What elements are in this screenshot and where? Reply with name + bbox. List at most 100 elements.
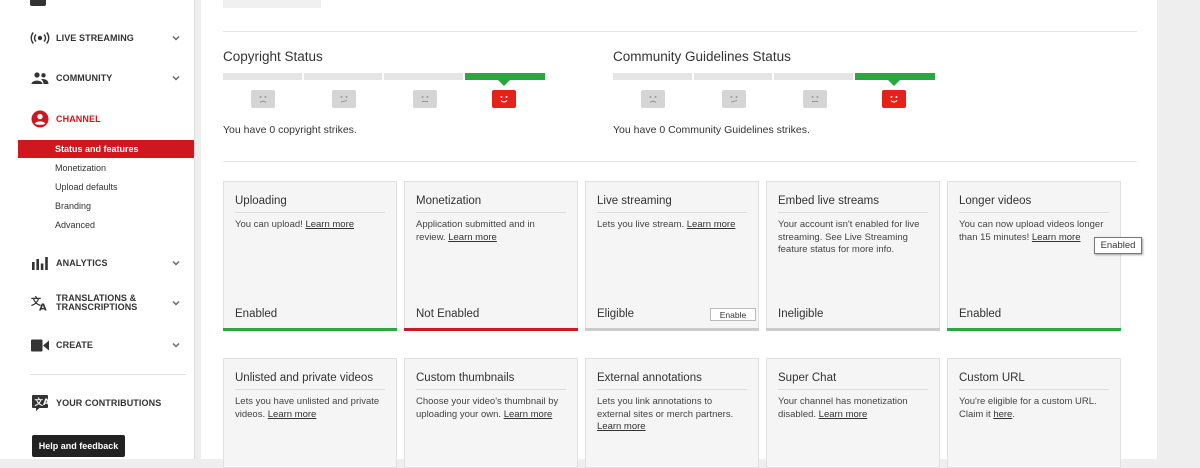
contributions-icon: 文A xyxy=(30,393,50,413)
card-divider xyxy=(416,389,566,390)
unhappy-face-icon xyxy=(722,90,746,108)
card-title: Uploading xyxy=(235,195,287,207)
card-divider xyxy=(416,212,566,213)
chevron-down-icon[interactable] xyxy=(170,72,182,84)
sidebar-subitem-monetization[interactable]: Monetization xyxy=(18,159,194,177)
channel-icon xyxy=(30,109,50,129)
card-desc-text: You can upload! xyxy=(235,219,303,230)
feature-card-custom-url: Custom URL You're eligible for a custom … xyxy=(947,358,1121,468)
subitem-label: Upload defaults xyxy=(55,182,118,192)
card-status: Eligible xyxy=(597,308,635,320)
sidebar-subitem-branding[interactable]: Branding xyxy=(18,197,194,215)
page-heading-remnant xyxy=(223,0,321,8)
card-description: Lets you live stream. Learn more xyxy=(597,219,747,232)
claim-here-link[interactable]: here xyxy=(993,409,1012,420)
status-indicator-bar xyxy=(766,328,940,331)
card-status: Enabled xyxy=(235,308,278,320)
card-status: Not Enabled xyxy=(416,308,480,320)
feature-card-external-annotations: External annotations Lets you link annot… xyxy=(585,358,759,468)
sidebar-item-label: Live Streaming xyxy=(56,32,134,43)
card-description: Your account isn't enabled for live stre… xyxy=(778,219,920,255)
learn-more-link[interactable]: Learn more xyxy=(305,219,354,230)
status-indicator-bar xyxy=(585,328,759,331)
tooltip: Enabled xyxy=(1094,237,1142,254)
happy-face-icon xyxy=(882,90,906,108)
sidebar-item-community[interactable]: Community xyxy=(0,66,194,90)
learn-more-link[interactable]: Learn more xyxy=(687,219,736,230)
guidelines-strike-meter xyxy=(613,73,935,86)
learn-more-link[interactable]: Learn more xyxy=(819,409,868,420)
card-title: Custom URL xyxy=(959,372,1025,384)
card-title: Custom thumbnails xyxy=(416,372,515,384)
sidebar-subitem-status-and-features[interactable]: Status and features xyxy=(18,140,194,158)
sidebar-item-translations[interactable]: 文A Translations & Transcriptions xyxy=(0,291,194,315)
strike-segment xyxy=(384,73,463,80)
status-indicator-bar xyxy=(947,328,1121,331)
chevron-down-icon[interactable] xyxy=(170,297,182,309)
subitem-label: Branding xyxy=(55,201,92,211)
sad-face-icon xyxy=(251,90,275,108)
card-status: Ineligible xyxy=(778,308,824,320)
unhappy-face-icon xyxy=(332,90,356,108)
strike-segment xyxy=(223,73,302,80)
translate-icon: 文A xyxy=(30,293,50,313)
card-divider xyxy=(597,212,747,213)
card-description: Lets you link annotations to external si… xyxy=(597,396,747,434)
strike-segment xyxy=(303,73,382,80)
sidebar-item-label: Analytics xyxy=(56,257,108,268)
divider xyxy=(223,161,1137,162)
learn-more-link[interactable]: Learn more xyxy=(268,409,317,420)
sidebar-divider xyxy=(30,374,186,375)
feature-card-longer-videos: Longer videos You can now upload videos … xyxy=(947,181,1121,331)
card-divider xyxy=(959,212,1109,213)
card-title: Unlisted and private videos xyxy=(235,372,374,384)
strike-segment xyxy=(774,73,853,80)
sidebar: Live Streaming Community Channel Status … xyxy=(0,0,195,459)
card-description: You can now upload videos longer than 15… xyxy=(959,219,1109,244)
sidebar-item-live-streaming[interactable]: Live Streaming xyxy=(0,26,194,50)
card-description: Application submitted and in review. Lea… xyxy=(416,219,566,244)
enable-button[interactable]: Enable xyxy=(710,308,756,321)
card-divider xyxy=(597,389,747,390)
sad-face-icon xyxy=(641,90,665,108)
card-description: You're eligible for a custom URL. Claim … xyxy=(959,396,1109,421)
sidebar-item-label: Community xyxy=(56,72,113,83)
sidebar-item-analytics[interactable]: Analytics xyxy=(0,251,194,275)
divider xyxy=(223,31,1137,32)
learn-more-link[interactable]: Learn more xyxy=(504,409,553,420)
card-divider xyxy=(235,212,385,213)
card-title: Embed live streams xyxy=(778,195,879,207)
neutral-face-icon xyxy=(413,90,437,108)
sidebar-item-label: Translations & Transcriptions xyxy=(56,293,138,312)
sidebar-item-create[interactable]: Create xyxy=(0,333,194,357)
card-desc-text: Lets you link annotations to external si… xyxy=(597,396,734,420)
status-indicator-bar xyxy=(223,328,397,331)
sidebar-subitem-upload-defaults[interactable]: Upload defaults xyxy=(18,178,194,196)
card-desc-text: You're eligible for a custom URL. Claim … xyxy=(959,396,1097,420)
card-title: Live streaming xyxy=(597,195,672,207)
card-title: Monetization xyxy=(416,195,482,207)
learn-more-link[interactable]: Learn more xyxy=(597,421,646,432)
sidebar-item-channel[interactable]: Channel xyxy=(0,107,194,131)
chevron-down-icon[interactable] xyxy=(170,32,182,44)
learn-more-link[interactable]: Learn more xyxy=(1032,232,1081,243)
strike-segment xyxy=(693,73,772,80)
sidebar-item-your-contributions[interactable]: 文A Your Contributions xyxy=(0,391,194,415)
status-indicator-bar xyxy=(404,328,578,331)
copyright-faces xyxy=(223,90,545,108)
chevron-down-icon[interactable] xyxy=(170,257,182,269)
card-title: Longer videos xyxy=(959,195,1032,207)
help-and-feedback-button[interactable]: Help and feedback xyxy=(32,435,125,457)
card-divider xyxy=(778,212,928,213)
sidebar-subitem-advanced[interactable]: Advanced xyxy=(18,216,194,234)
card-title: External annotations xyxy=(597,372,702,384)
learn-more-link[interactable]: Learn more xyxy=(448,232,497,243)
live-streaming-icon xyxy=(30,28,50,48)
sidebar-top-icon[interactable] xyxy=(30,0,46,6)
create-icon xyxy=(30,335,50,355)
chevron-down-icon[interactable] xyxy=(170,339,182,351)
feature-card-unlisted-private: Unlisted and private videos Lets you hav… xyxy=(223,358,397,468)
card-description: You can upload! Learn more xyxy=(235,219,385,232)
strike-segment xyxy=(613,73,692,80)
card-description: Lets you have unlisted and private video… xyxy=(235,396,385,421)
